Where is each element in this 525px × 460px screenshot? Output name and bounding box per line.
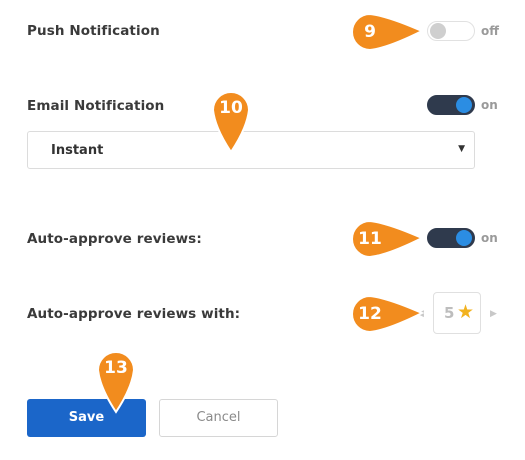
auto-approve-label: Auto-approve reviews: [27, 231, 202, 247]
push-notification-label: Push Notification [27, 23, 160, 39]
push-notification-toggle[interactable] [427, 21, 475, 41]
chevron-right-icon[interactable]: ▶ [490, 309, 497, 319]
cancel-button[interactable]: Cancel [159, 399, 278, 437]
toggle-knob [430, 23, 446, 39]
email-notification-label: Email Notification [27, 98, 165, 114]
callout-badge-9: 9 [350, 12, 426, 56]
callout-number: 11 [358, 229, 382, 249]
email-notification-state: on [481, 98, 498, 112]
email-frequency-value: Instant [51, 143, 104, 158]
toggle-knob [456, 97, 472, 113]
callout-badge-11: 11 [350, 219, 426, 263]
callout-badge-13: 13 [96, 350, 136, 418]
star-rating-stepper[interactable]: 5 ★ [433, 292, 481, 334]
auto-approve-toggle[interactable] [427, 228, 475, 248]
email-frequency-select[interactable]: Instant ▼ [27, 131, 475, 169]
toggle-knob [456, 230, 472, 246]
auto-approve-state: on [481, 231, 498, 245]
callout-number: 13 [104, 358, 128, 378]
email-notification-toggle[interactable] [427, 95, 475, 115]
callout-badge-12: 12 [350, 294, 426, 338]
auto-approve-with-label: Auto-approve reviews with: [27, 306, 241, 322]
star-rating-value: 5 [444, 304, 455, 322]
push-notification-state: off [481, 24, 499, 38]
callout-badge-10: 10 [211, 90, 251, 158]
callout-number: 12 [358, 304, 382, 324]
star-icon: ★ [457, 301, 475, 323]
callout-number: 10 [219, 98, 243, 118]
callout-number: 9 [364, 22, 376, 42]
chevron-down-icon: ▼ [458, 144, 465, 154]
